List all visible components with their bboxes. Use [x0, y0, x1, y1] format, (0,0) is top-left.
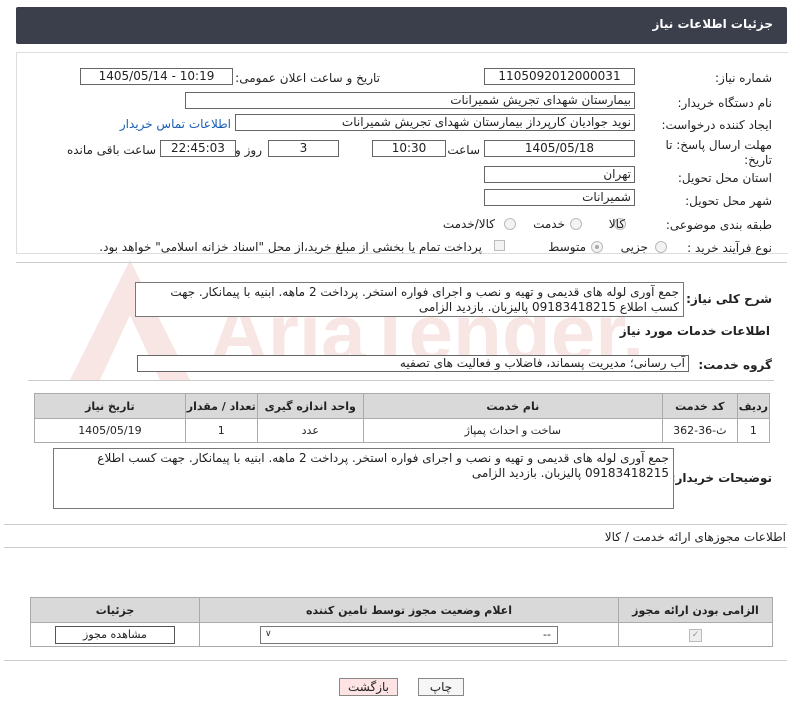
summary-label: شرح کلی نیاز: [686, 292, 772, 306]
view-permit-button[interactable]: مشاهده مجوز [55, 625, 175, 644]
col-need-date: تاریخ نیاز [34, 393, 186, 419]
cell-quantity: 1 [184, 418, 258, 443]
services-table: ردیف کد خدمت نام خدمت واحد اندازه گیری ت… [34, 393, 771, 443]
province-label: استان محل تحویل: [677, 171, 772, 185]
buyer-org-label: نام دستگاه خریدار: [677, 96, 773, 110]
announce-field: 1405/05/14 - 10:19 [80, 68, 233, 85]
buyer-notes-label: توضیحات خریدار: [670, 471, 772, 485]
city-field: شمیرانات [484, 189, 635, 206]
remaining-time-field: 22:45:03 [160, 140, 236, 157]
watermark-logo: AriaTender.neT [70, 260, 640, 380]
divider [16, 262, 787, 263]
print-button[interactable]: چاپ [418, 678, 464, 696]
process-option-minor: جزیی [620, 240, 648, 254]
summary-text: جمع آوری لوله های قدیمی و تهیه و نصب و ا… [135, 282, 684, 317]
days-label: روز و [235, 143, 262, 157]
deadline-time-field: 10:30 [372, 140, 446, 157]
divider [28, 380, 774, 381]
category-label: طبقه بندی موضوعی: [665, 218, 772, 232]
col-unit: واحد اندازه گیری [256, 393, 364, 419]
table-row: ✓ -- ∨ مشاهده مجوز [30, 622, 773, 647]
services-section-title: اطلاعات خدمات مورد نیاز [619, 324, 770, 338]
cell-service-name: ساخت و احداث پمپاژ [362, 418, 663, 443]
announce-label: تاریخ و ساعت اعلان عمومی: [235, 71, 380, 85]
cell-service-code: ث-36-362 [661, 418, 738, 443]
permit-required-checkbox[interactable]: ✓ [689, 629, 702, 642]
category-option-service: خدمت [533, 217, 565, 231]
page-header: جزئیات اطلاعات نیاز [16, 7, 787, 44]
deadline-label: مهلت ارسال پاسخ: تا تاریخ: [665, 138, 772, 167]
permits-table-header: الزامی بودن ارائه مجوز اعلام وضعیت مجوز … [30, 597, 773, 623]
table-row: 1 ث-36-362 ساخت و احداث پمپاژ عدد 1 1405… [34, 418, 771, 443]
cell-permit-status: -- ∨ [199, 622, 619, 647]
remaining-label: ساعت باقی مانده [66, 143, 156, 157]
category-option-goods: کالا [608, 217, 625, 231]
col-row: ردیف [736, 393, 771, 419]
category-radio-service[interactable] [570, 218, 582, 230]
process-option-medium: متوسط [548, 240, 586, 254]
col-service-code: کد خدمت [661, 393, 738, 419]
cell-permit-details: مشاهده مجوز [30, 622, 200, 647]
deadline-time-label: ساعت [447, 143, 480, 157]
service-group-label: گروه خدمت: [698, 358, 772, 372]
process-label: نوع فرآیند خرید : [687, 241, 772, 255]
chevron-down-icon: ∨ [265, 628, 272, 639]
cell-need-date: 1405/05/19 [34, 418, 186, 443]
col-service-name: نام خدمت [362, 393, 663, 419]
buyer-org-field: بیمارستان شهدای تجریش شمیرانات [185, 92, 635, 109]
process-radio-medium[interactable] [591, 241, 603, 253]
need-number-field: 1105092012000031 [484, 68, 635, 85]
treasury-payment-note: پرداخت تمام یا بخشی از مبلغ خرید،از محل … [99, 240, 482, 254]
permits-table: الزامی بودن ارائه مجوز اعلام وضعیت مجوز … [30, 597, 773, 647]
service-group-field: آب رسانی؛ مدیریت پسماند، فاضلاب و فعالیت… [137, 355, 689, 372]
col-quantity: تعداد / مقدار [184, 393, 258, 419]
treasury-payment-checkbox[interactable] [494, 240, 505, 251]
buyer-notes-text: جمع آوری لوله های قدیمی و تهیه و نصب و ا… [53, 448, 674, 509]
permit-status-value: -- [543, 627, 551, 641]
permits-section-title: اطلاعات مجوزهای ارائه خدمت / کالا [604, 530, 786, 544]
deadline-date-field: 1405/05/18 [484, 140, 635, 157]
divider [4, 524, 787, 525]
process-radio-minor[interactable] [655, 241, 667, 253]
category-radio-goods-service[interactable] [504, 218, 516, 230]
creator-field: نوید جوادیان کارپرداز بیمارستان شهدای تج… [235, 114, 635, 131]
days-field: 3 [268, 140, 339, 157]
cell-unit: عدد [256, 418, 364, 443]
buyer-contact-link[interactable]: اطلاعات تماس خریدار [120, 117, 231, 131]
divider [4, 660, 787, 661]
back-button[interactable]: بازگشت [339, 678, 398, 696]
col-permit-details: جزئیات [30, 597, 200, 623]
col-permit-status: اعلام وضعیت مجوز توسط تامین کننده [199, 597, 619, 623]
permit-status-select[interactable]: -- ∨ [260, 625, 558, 644]
cell-permit-required: ✓ [618, 622, 773, 647]
category-option-goods-service: کالا/خدمت [442, 217, 495, 231]
page-title: جزئیات اطلاعات نیاز [652, 17, 773, 31]
services-table-header: ردیف کد خدمت نام خدمت واحد اندازه گیری ت… [34, 393, 771, 419]
divider [4, 547, 787, 548]
creator-label: ایجاد کننده درخواست: [661, 118, 772, 132]
province-field: تهران [484, 166, 635, 183]
col-permit-required: الزامی بودن ارائه مجوز [618, 597, 773, 623]
city-label: شهر محل تحویل: [685, 194, 772, 208]
need-number-label: شماره نیاز: [715, 71, 772, 85]
cell-row: 1 [736, 418, 771, 443]
